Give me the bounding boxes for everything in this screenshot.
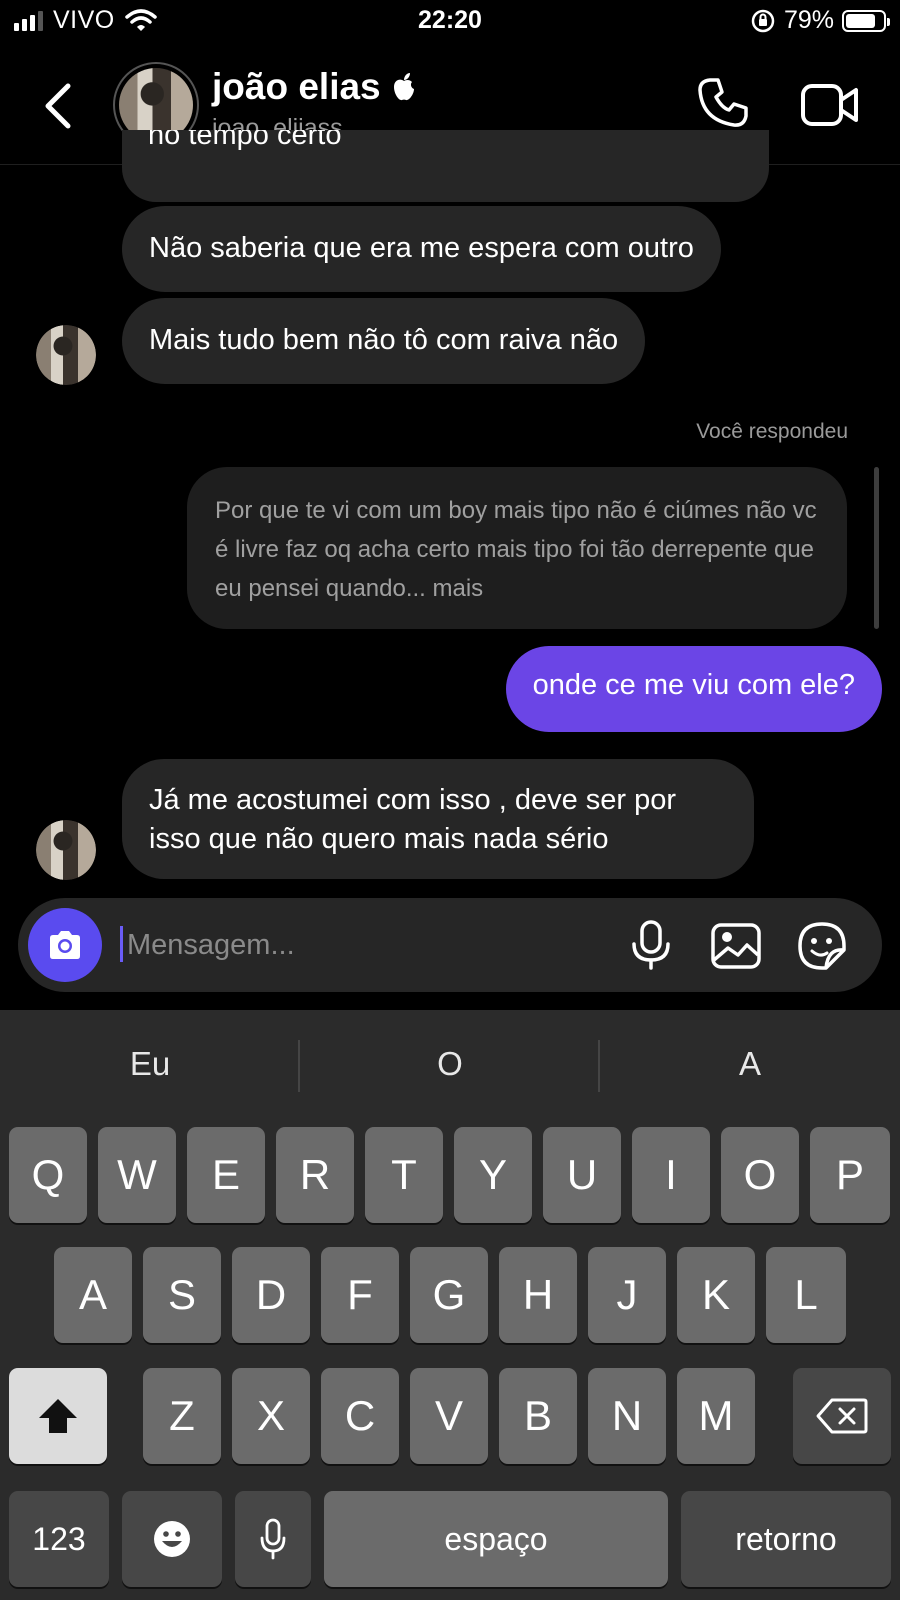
dictation-mic-icon <box>260 1518 286 1560</box>
key[interactable]: Z <box>143 1368 221 1464</box>
backspace-icon <box>816 1398 868 1434</box>
key[interactable]: I <box>632 1127 710 1223</box>
key[interactable]: M <box>677 1368 755 1464</box>
received-message[interactable]: Já me acostumei com isso , deve ser por … <box>122 759 754 879</box>
message-text: Não saberia que era me espera com outro <box>149 232 694 264</box>
suggestion-3[interactable]: A <box>600 1032 900 1096</box>
suggestion-bar: Eu O A <box>0 1010 900 1120</box>
sent-message[interactable]: onde ce me viu com ele? <box>505 646 882 732</box>
key[interactable]: R <box>276 1127 354 1223</box>
back-chevron-icon[interactable] <box>36 78 86 134</box>
shift-key[interactable] <box>9 1368 107 1464</box>
phone-call-icon[interactable] <box>696 76 750 130</box>
suggestion-2[interactable]: O <box>300 1032 600 1096</box>
quoted-text: Por que te vi com um boy mais tipo não é… <box>215 497 817 602</box>
key[interactable]: W <box>98 1127 176 1223</box>
battery-icon <box>842 9 890 32</box>
dictation-key[interactable] <box>235 1491 311 1587</box>
key[interactable]: Q <box>9 1127 87 1223</box>
message-text: onde ce me viu com ele? <box>532 669 855 701</box>
key[interactable]: U <box>543 1127 621 1223</box>
camera-button[interactable] <box>28 908 102 982</box>
space-key[interactable]: espaço <box>324 1491 668 1587</box>
message-text: no tempo certo <box>148 130 342 151</box>
sender-avatar[interactable] <box>36 820 96 880</box>
status-bar: VIVO 22:20 79% <box>0 0 900 48</box>
key[interactable]: A <box>54 1247 132 1343</box>
key[interactable]: N <box>588 1368 666 1464</box>
message-text: Mais tudo bem não tô com raiva não <box>149 324 619 356</box>
shift-arrow-icon <box>39 1399 77 1433</box>
key[interactable]: E <box>187 1127 265 1223</box>
key[interactable]: K <box>677 1247 755 1343</box>
key[interactable]: S <box>143 1247 221 1343</box>
video-call-icon[interactable] <box>800 80 860 130</box>
contact-name-row[interactable]: joão elias <box>212 66 417 108</box>
emoji-icon <box>154 1521 190 1557</box>
key[interactable]: Y <box>454 1127 532 1223</box>
quoted-message[interactable]: Por que te vi com um boy mais tipo não é… <box>187 467 847 629</box>
key[interactable]: O <box>721 1127 799 1223</box>
contact-name: joão elias <box>212 66 381 107</box>
sticker-icon[interactable] <box>796 920 848 972</box>
status-right: 79% <box>750 6 890 35</box>
key[interactable]: J <box>588 1247 666 1343</box>
key[interactable]: G <box>410 1247 488 1343</box>
message-text: Já me acostumei com isso , deve ser por … <box>149 784 677 855</box>
received-message[interactable]: Mais tudo bem não tô com raiva não <box>122 298 646 384</box>
emoji-key[interactable] <box>122 1491 222 1587</box>
reply-indicator: Você respondeu <box>696 420 848 443</box>
suggestion-1[interactable]: Eu <box>0 1032 300 1096</box>
key[interactable]: T <box>365 1127 443 1223</box>
received-message[interactable]: Não saberia que era me espera com outro <box>122 206 721 292</box>
message-composer <box>18 898 882 992</box>
return-key[interactable]: retorno <box>681 1491 891 1587</box>
sender-avatar[interactable] <box>36 325 96 385</box>
microphone-icon[interactable] <box>628 920 674 970</box>
gallery-icon[interactable] <box>710 922 762 970</box>
numbers-key[interactable]: 123 <box>9 1491 109 1587</box>
key[interactable]: C <box>321 1368 399 1464</box>
received-message[interactable]: no tempo certo <box>122 130 769 202</box>
apple-logo-icon <box>393 73 414 101</box>
backspace-key[interactable] <box>793 1368 891 1464</box>
key[interactable]: V <box>410 1368 488 1464</box>
message-input[interactable] <box>123 918 631 972</box>
quote-bar <box>874 467 879 629</box>
battery-percent: 79% <box>783 6 834 34</box>
key[interactable]: B <box>499 1368 577 1464</box>
key[interactable]: L <box>766 1247 846 1343</box>
key[interactable]: F <box>321 1247 399 1343</box>
key[interactable]: P <box>810 1127 890 1223</box>
orientation-lock-icon <box>751 9 775 32</box>
key[interactable]: X <box>232 1368 310 1464</box>
camera-icon <box>50 931 80 959</box>
key[interactable]: H <box>499 1247 577 1343</box>
keyboard: Eu O A Q W E R T Y U I O P A S D F G H J… <box>0 1010 900 1600</box>
key[interactable]: D <box>232 1247 310 1343</box>
